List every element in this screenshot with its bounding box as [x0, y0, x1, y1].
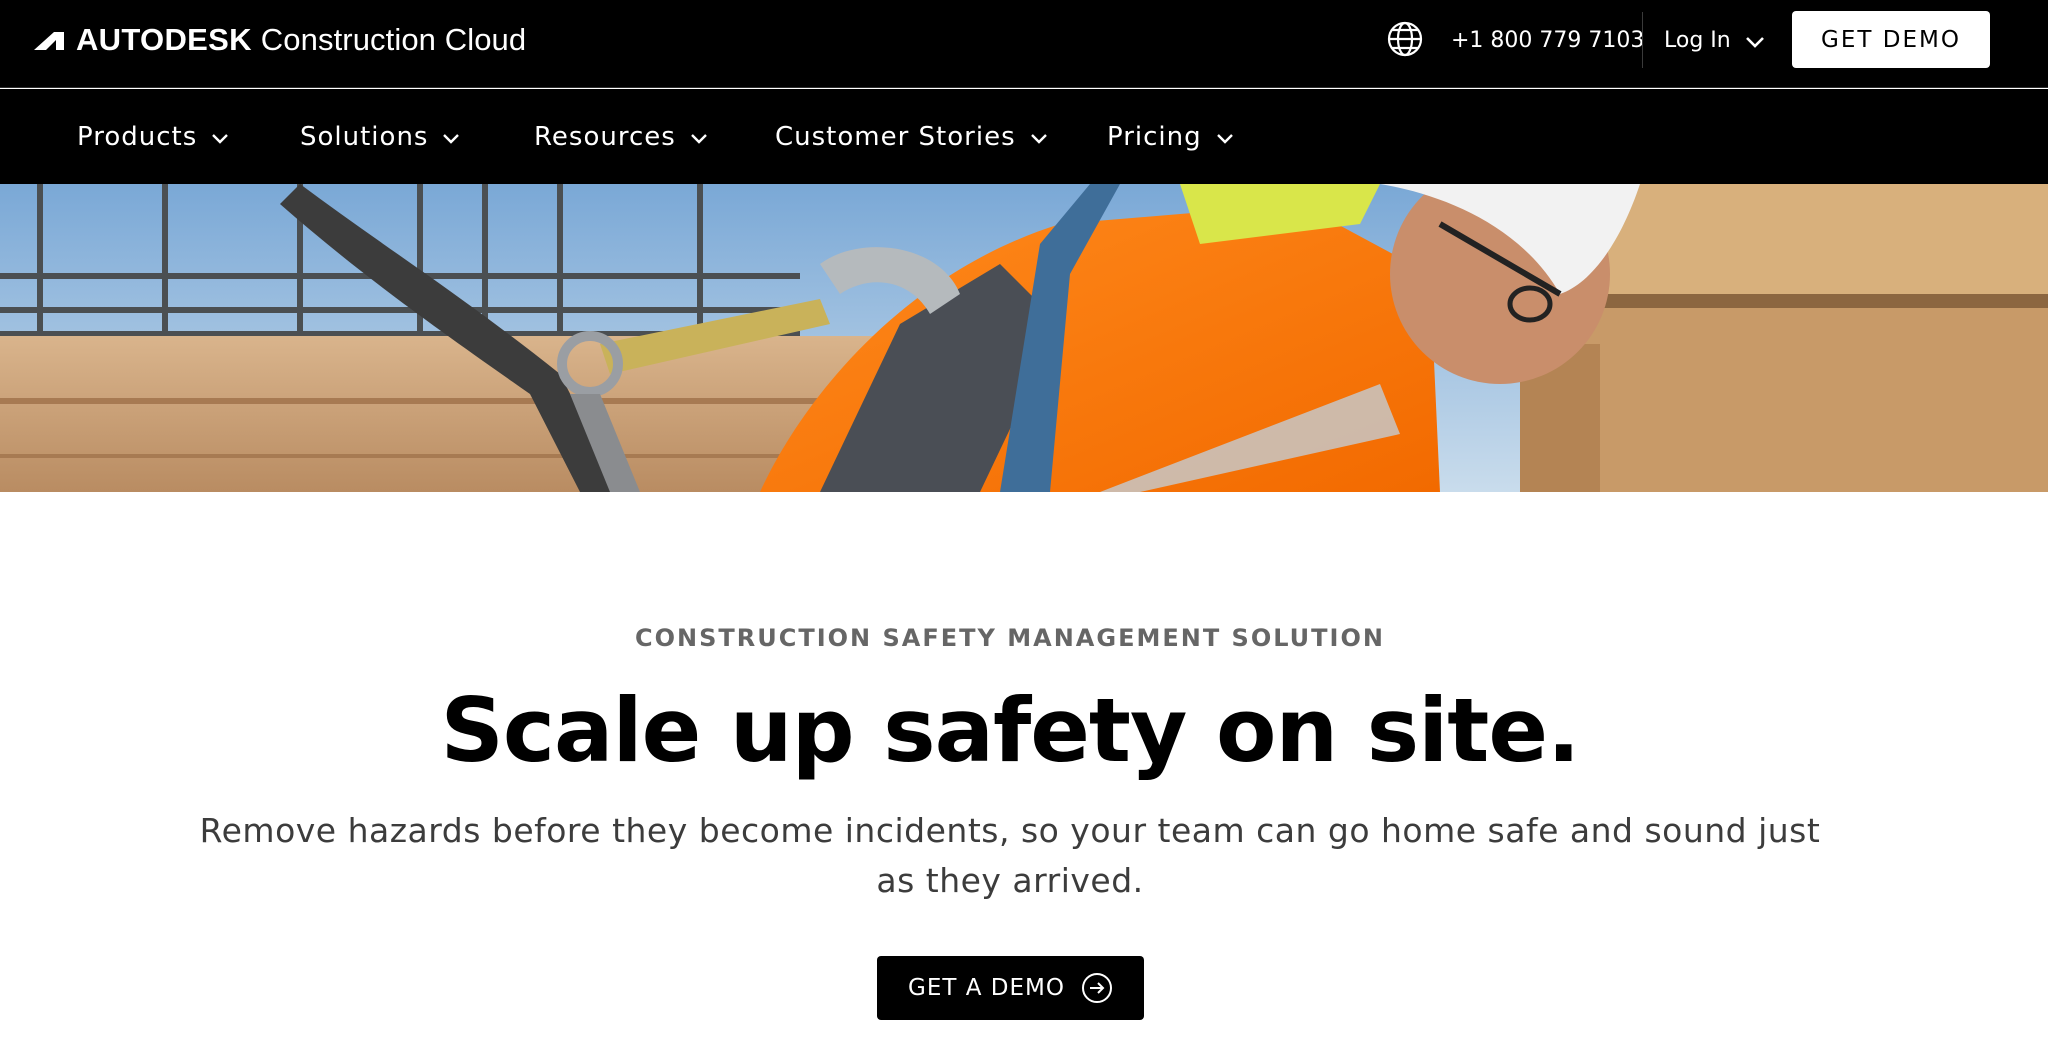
- nav-item-products[interactable]: Products: [77, 89, 229, 184]
- nav-item-customer-stories[interactable]: Customer Stories: [775, 89, 1048, 184]
- phone-number[interactable]: +1 800 779 7103: [1451, 0, 1644, 80]
- brand-logo-link[interactable]: AUTODESK Construction Cloud: [32, 22, 526, 58]
- chevron-down-icon: [1745, 37, 1764, 48]
- brand-product: Construction Cloud: [260, 22, 527, 57]
- nav-item-label: Solutions: [300, 121, 429, 152]
- header-divider: [1642, 12, 1643, 68]
- autodesk-logo-icon: [34, 32, 64, 50]
- chevron-down-icon: [690, 134, 707, 144]
- chevron-down-icon: [1030, 134, 1047, 144]
- get-a-demo-button[interactable]: GET A DEMO: [877, 956, 1144, 1020]
- nav-item-pricing[interactable]: Pricing: [1107, 89, 1234, 184]
- login-dropdown[interactable]: Log In: [1664, 0, 1765, 80]
- nav-item-label: Resources: [534, 121, 676, 152]
- nav-item-label: Customer Stories: [775, 121, 1016, 152]
- nav-item-label: Products: [77, 121, 198, 152]
- nav-item-resources[interactable]: Resources: [534, 89, 708, 184]
- nav-item-label: Pricing: [1107, 121, 1202, 152]
- main-nav: Products Solutions Resources Customer St…: [0, 89, 2048, 184]
- globe-icon[interactable]: [1386, 20, 1424, 58]
- chevron-down-icon: [1216, 134, 1233, 144]
- nav-item-solutions[interactable]: Solutions: [300, 89, 460, 184]
- hero-image: [0, 184, 2048, 492]
- chevron-down-icon: [212, 134, 229, 144]
- hero-headline: Scale up safety on site.: [440, 679, 1581, 782]
- hero-subhead: Remove hazards before they become incide…: [199, 811, 1821, 900]
- get-demo-button[interactable]: GET DEMO: [1792, 11, 1990, 68]
- login-label: Log In: [1664, 27, 1731, 53]
- cta-label: GET A DEMO: [908, 975, 1065, 1001]
- construction-worker-photo: [0, 184, 2048, 492]
- chevron-down-icon: [443, 134, 460, 144]
- brand-name: AUTODESK: [76, 22, 252, 57]
- top-bar: AUTODESK Construction Cloud +1 800 779 7…: [0, 0, 2048, 88]
- hero-eyebrow: CONSTRUCTION SAFETY MANAGEMENT SOLUTION: [635, 624, 1385, 652]
- arrow-circle-right-icon: [1081, 973, 1112, 1003]
